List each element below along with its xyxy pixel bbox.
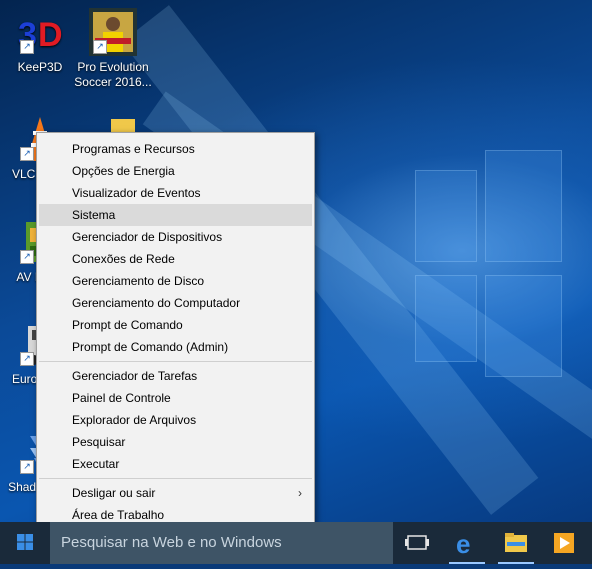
svg-text:D: D	[38, 16, 63, 54]
file-explorer-button[interactable]	[492, 522, 540, 564]
edge-button[interactable]: e	[443, 522, 491, 564]
desktop-icon-label: KeeP3D	[17, 60, 63, 74]
desktop-icon-keep3d[interactable]: 3D ↗ KeeP3D	[0, 8, 80, 75]
menu-separator	[39, 478, 312, 479]
menu-item-conexoes-rede[interactable]: Conexões de Rede	[39, 248, 312, 270]
menu-item-executar[interactable]: Executar	[39, 453, 312, 475]
menu-item-gerenciamento-disco[interactable]: Gerenciamento de Disco	[39, 270, 312, 292]
menu-item-prompt-comando-admin[interactable]: Prompt de Comando (Admin)	[39, 336, 312, 358]
keep3d-icon: 3D ↗	[16, 8, 64, 56]
menu-item-programas-recursos[interactable]: Programas e Recursos	[39, 138, 312, 160]
menu-item-prompt-comando[interactable]: Prompt de Comando	[39, 314, 312, 336]
window-pane	[415, 275, 477, 362]
menu-item-opcoes-energia[interactable]: Opções de Energia	[39, 160, 312, 182]
menu-item-explorador-arquivos[interactable]: Explorador de Arquivos	[39, 409, 312, 431]
taskbar: Pesquisar na Web e no Windows e	[0, 522, 592, 564]
window-pane	[415, 170, 477, 262]
shortcut-arrow-icon: ↗	[20, 352, 34, 366]
svg-text:e: e	[456, 529, 470, 559]
shortcut-arrow-icon: ↗	[20, 460, 34, 474]
file-explorer-icon	[505, 533, 527, 552]
menu-item-desligar-sair[interactable]: Desligar ou sair ›	[39, 482, 312, 504]
edge-icon: e	[456, 529, 470, 559]
media-player-button[interactable]	[541, 522, 589, 564]
menu-item-pesquisar[interactable]: Pesquisar	[39, 431, 312, 453]
menu-item-label: Desligar ou sair	[72, 486, 156, 500]
power-user-menu: Programas e Recursos Opções de Energia V…	[36, 132, 315, 529]
window-pane	[485, 150, 562, 262]
menu-item-gerenciador-tarefas[interactable]: Gerenciador de Tarefas	[39, 365, 312, 387]
task-view-icon	[405, 535, 429, 550]
shortcut-arrow-icon: ↗	[20, 147, 34, 161]
menu-item-gerenciamento-computador[interactable]: Gerenciamento do Computador	[39, 292, 312, 314]
menu-item-gerenciador-dispositivos[interactable]: Gerenciador de Dispositivos	[39, 226, 312, 248]
desktop-icon-pes2016[interactable]: ↗ Pro Evolution Soccer 2016...	[73, 8, 153, 90]
menu-item-painel-controle[interactable]: Painel de Controle	[39, 387, 312, 409]
chevron-right-icon: ›	[298, 486, 302, 500]
menu-separator	[39, 361, 312, 362]
shortcut-arrow-icon: ↗	[20, 40, 34, 54]
pes2016-icon: ↗	[89, 8, 137, 56]
window-pane	[485, 275, 562, 377]
media-player-icon	[554, 533, 574, 553]
shortcut-arrow-icon: ↗	[20, 250, 34, 264]
menu-item-visualizador-eventos[interactable]: Visualizador de Eventos	[39, 182, 312, 204]
windows-logo-icon	[17, 534, 33, 550]
menu-item-sistema[interactable]: Sistema	[39, 204, 312, 226]
start-button[interactable]	[0, 522, 50, 564]
task-view-button[interactable]	[393, 522, 441, 564]
search-placeholder: Pesquisar na Web e no Windows	[61, 534, 282, 551]
desktop-icon-label: Pro Evolution Soccer 2016...	[74, 60, 152, 89]
shortcut-arrow-icon: ↗	[93, 40, 107, 54]
search-input[interactable]: Pesquisar na Web e no Windows	[50, 522, 393, 564]
